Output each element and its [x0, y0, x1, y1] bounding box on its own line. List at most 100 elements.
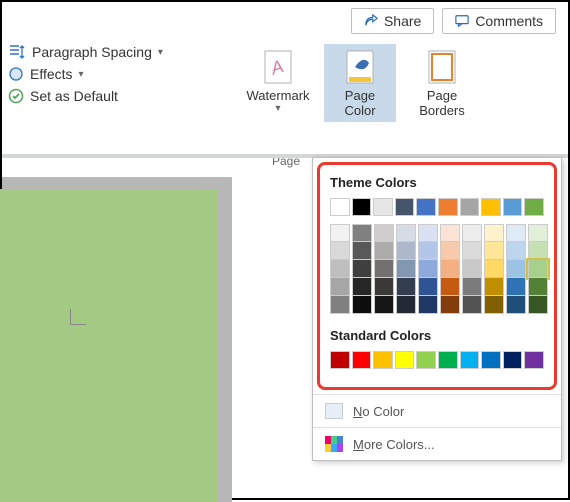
- page-color-button[interactable]: Page Color: [324, 44, 396, 122]
- color-swatch[interactable]: [506, 260, 526, 278]
- color-swatch[interactable]: [503, 198, 523, 216]
- color-swatch[interactable]: [524, 198, 544, 216]
- color-swatch[interactable]: [462, 260, 482, 278]
- color-swatch[interactable]: [330, 278, 350, 296]
- theme-colors-heading: Theme Colors: [330, 175, 544, 190]
- color-swatch[interactable]: [396, 278, 416, 296]
- margin-corner: [70, 309, 86, 325]
- color-swatch[interactable]: [352, 296, 372, 314]
- callout-highlight: Theme Colors Standard Colors: [317, 162, 557, 390]
- color-swatch[interactable]: [395, 351, 415, 369]
- color-swatch[interactable]: [528, 260, 548, 278]
- standard-color-row: [330, 351, 544, 369]
- color-swatch[interactable]: [330, 224, 350, 242]
- color-swatch[interactable]: [418, 296, 438, 314]
- color-swatch[interactable]: [484, 260, 504, 278]
- watermark-icon: A: [261, 48, 295, 86]
- color-swatch[interactable]: [460, 351, 480, 369]
- color-swatch[interactable]: [460, 198, 480, 216]
- color-swatch[interactable]: [374, 260, 394, 278]
- color-swatch[interactable]: [528, 296, 548, 314]
- color-swatch[interactable]: [418, 278, 438, 296]
- no-color-button[interactable]: No Color: [313, 394, 561, 427]
- paragraph-spacing-icon: [8, 44, 26, 60]
- effects-button[interactable]: Effects ▾: [8, 66, 163, 82]
- color-swatch[interactable]: [440, 224, 460, 242]
- color-swatch[interactable]: [528, 242, 548, 260]
- color-swatch[interactable]: [330, 198, 350, 216]
- color-swatch[interactable]: [395, 198, 415, 216]
- checkmark-icon: [8, 88, 24, 104]
- color-swatch[interactable]: [481, 351, 501, 369]
- color-swatch[interactable]: [330, 351, 350, 369]
- color-swatch[interactable]: [440, 296, 460, 314]
- color-swatch[interactable]: [462, 224, 482, 242]
- color-swatch[interactable]: [373, 351, 393, 369]
- chevron-down-icon: ▾: [275, 103, 280, 114]
- color-swatch[interactable]: [330, 296, 350, 314]
- color-swatch[interactable]: [481, 198, 501, 216]
- color-swatch[interactable]: [330, 260, 350, 278]
- color-swatch[interactable]: [352, 224, 372, 242]
- more-colors-button[interactable]: More Colors...: [313, 427, 561, 460]
- set-as-default-button[interactable]: Set as Default: [8, 88, 163, 104]
- page-color-icon: [343, 48, 377, 86]
- color-swatch[interactable]: [352, 242, 372, 260]
- color-swatch[interactable]: [374, 224, 394, 242]
- color-swatch[interactable]: [352, 351, 372, 369]
- color-swatch[interactable]: [418, 224, 438, 242]
- theme-color-row: [330, 198, 544, 216]
- color-swatch[interactable]: [528, 278, 548, 296]
- color-swatch[interactable]: [484, 224, 504, 242]
- watermark-button[interactable]: A Watermark ▾: [242, 44, 314, 122]
- color-swatch[interactable]: [418, 260, 438, 278]
- color-swatch[interactable]: [484, 278, 504, 296]
- share-button[interactable]: Share: [351, 8, 434, 34]
- color-swatch[interactable]: [374, 242, 394, 260]
- color-swatch[interactable]: [330, 242, 350, 260]
- page-borders-label: Page Borders: [419, 88, 465, 118]
- color-swatch[interactable]: [506, 242, 526, 260]
- set-as-default-label: Set as Default: [30, 88, 118, 104]
- color-swatch[interactable]: [374, 278, 394, 296]
- color-swatch[interactable]: [396, 224, 416, 242]
- color-swatch[interactable]: [438, 351, 458, 369]
- paragraph-spacing-label: Paragraph Spacing: [32, 44, 152, 60]
- color-swatch[interactable]: [462, 278, 482, 296]
- comments-button[interactable]: Comments: [442, 8, 556, 34]
- color-swatch[interactable]: [352, 278, 372, 296]
- color-swatch[interactable]: [528, 224, 548, 242]
- color-swatch[interactable]: [374, 296, 394, 314]
- no-color-label: No Color: [353, 404, 404, 419]
- watermark-label: Watermark: [246, 88, 309, 103]
- color-swatch[interactable]: [438, 198, 458, 216]
- color-swatch[interactable]: [503, 351, 523, 369]
- color-swatch[interactable]: [352, 260, 372, 278]
- color-swatch[interactable]: [416, 198, 436, 216]
- color-swatch[interactable]: [506, 224, 526, 242]
- color-swatch[interactable]: [396, 260, 416, 278]
- color-swatch[interactable]: [373, 198, 393, 216]
- color-swatch[interactable]: [440, 278, 460, 296]
- color-swatch[interactable]: [506, 296, 526, 314]
- color-swatch[interactable]: [396, 242, 416, 260]
- document-canvas: m: [2, 177, 232, 502]
- color-swatch[interactable]: [462, 296, 482, 314]
- color-swatch[interactable]: [352, 198, 372, 216]
- no-color-swatch: [325, 403, 343, 419]
- color-swatch[interactable]: [396, 296, 416, 314]
- color-swatch[interactable]: [484, 296, 504, 314]
- color-swatch[interactable]: [440, 242, 460, 260]
- standard-colors-heading: Standard Colors: [330, 328, 544, 343]
- color-swatch[interactable]: [418, 242, 438, 260]
- paragraph-spacing-button[interactable]: Paragraph Spacing ▾: [8, 44, 163, 60]
- document-page[interactable]: m: [0, 189, 218, 502]
- page-borders-button[interactable]: Page Borders: [406, 44, 478, 122]
- color-swatch[interactable]: [416, 351, 436, 369]
- color-swatch[interactable]: [506, 278, 526, 296]
- color-swatch[interactable]: [462, 242, 482, 260]
- color-swatch[interactable]: [440, 260, 460, 278]
- page-borders-icon: [425, 48, 459, 86]
- color-swatch[interactable]: [484, 242, 504, 260]
- color-swatch[interactable]: [524, 351, 544, 369]
